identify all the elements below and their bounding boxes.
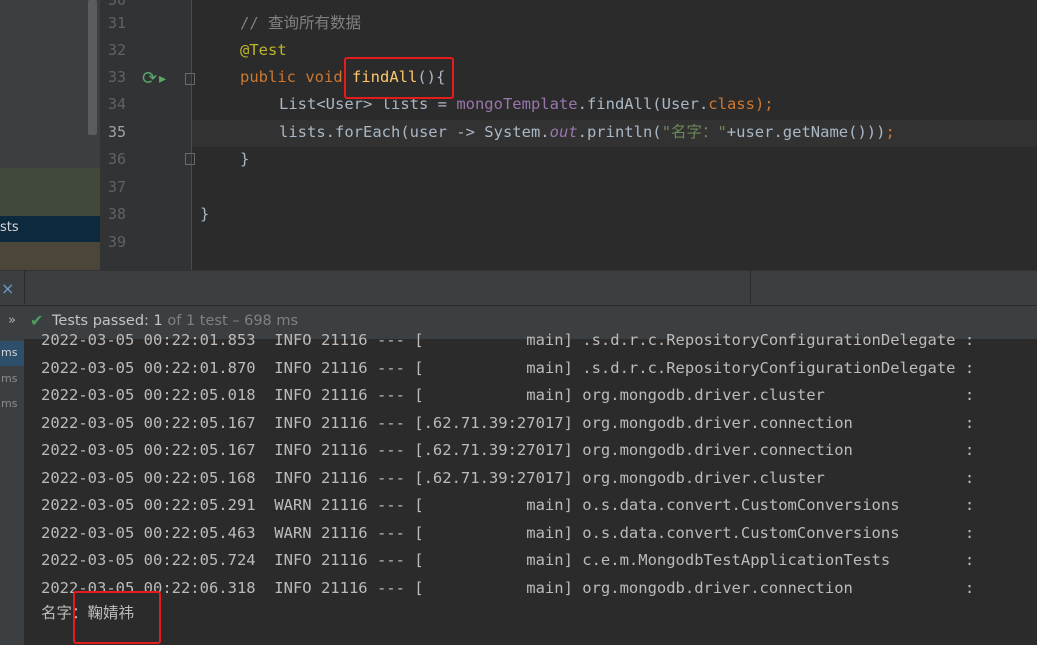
line-number: 36 — [107, 150, 126, 168]
test-duration[interactable]: ms — [1, 372, 17, 385]
code-string: "名字：" — [661, 123, 727, 141]
keyword-public: public — [240, 68, 306, 86]
tab-divider — [750, 270, 751, 304]
line-number: 39 — [107, 233, 126, 251]
line-number-current: 35 — [107, 123, 126, 141]
console-line: 2022-03-05 00:22:05.018 INFO 21116 --- [… — [41, 386, 975, 404]
tool-window-header — [0, 270, 1037, 305]
code-text: .findAll(User. — [577, 95, 709, 113]
code-line-35: lists.forEach(user -> System.out.println… — [279, 119, 895, 146]
code-line-36: } — [240, 150, 250, 168]
code-field: mongoTemplate — [456, 95, 578, 113]
line-number: 31 — [107, 14, 126, 32]
code-static-field: out — [549, 123, 578, 141]
project-item-label[interactable]: sts — [0, 220, 19, 235]
code-text: ); — [754, 95, 774, 113]
line-number: 32 — [107, 41, 126, 59]
test-duration[interactable]: ms — [1, 346, 17, 359]
code-text: ; — [885, 123, 895, 141]
console-line: 2022-03-05 00:22:05.168 INFO 21116 --- [… — [41, 469, 975, 487]
expand-icon[interactable]: » — [8, 313, 16, 328]
console-line: 2022-03-05 00:22:01.870 INFO 21116 --- [… — [41, 359, 975, 377]
code-line-31: // 查询所有数据 — [240, 10, 361, 37]
tab-divider — [24, 270, 25, 304]
console-line: 2022-03-05 00:22:01.853 INFO 21116 --- [… — [41, 331, 975, 349]
line-number: 37 — [107, 178, 126, 196]
console-line: 2022-03-05 00:22:05.167 INFO 21116 --- [… — [41, 441, 975, 459]
close-icon[interactable]: × — [1, 279, 14, 298]
fold-marker-icon[interactable] — [185, 153, 195, 165]
console-line: 2022-03-05 00:22:05.167 INFO 21116 --- [… — [41, 414, 975, 432]
code-comment: // 查询所有数据 — [240, 14, 361, 32]
code-text: lists.forEach(user -> System. — [279, 123, 550, 141]
code-text: +user.getName())) — [726, 123, 886, 141]
code-text: .println( — [577, 123, 662, 141]
fold-marker-icon[interactable] — [185, 73, 195, 85]
line-number: 33 — [107, 68, 126, 86]
highlight-box-output — [73, 591, 161, 644]
test-duration[interactable]: ms — [1, 397, 17, 410]
line-number: 34 — [107, 95, 126, 113]
console-line: 2022-03-05 00:22:05.291 WARN 21116 --- [… — [41, 496, 975, 514]
code-annotation: @Test — [240, 41, 287, 59]
line-number: 38 — [107, 205, 126, 223]
project-scrollbar[interactable] — [88, 0, 97, 135]
project-item-highlight[interactable] — [0, 168, 100, 216]
code-line-38: } — [200, 205, 210, 223]
highlight-box-method — [344, 57, 454, 99]
run-test-icon[interactable]: ⟳▸ — [142, 68, 168, 89]
console-line: 2022-03-05 00:22:05.724 INFO 21116 --- [… — [41, 551, 975, 569]
console-line: 2022-03-05 00:22:05.463 WARN 21116 --- [… — [41, 524, 975, 542]
project-item[interactable] — [0, 242, 100, 270]
code-keyword: class — [708, 95, 755, 113]
code-line-32: @Test — [240, 37, 287, 64]
console-line: 2022-03-05 00:22:06.318 INFO 21116 --- [… — [41, 579, 975, 597]
